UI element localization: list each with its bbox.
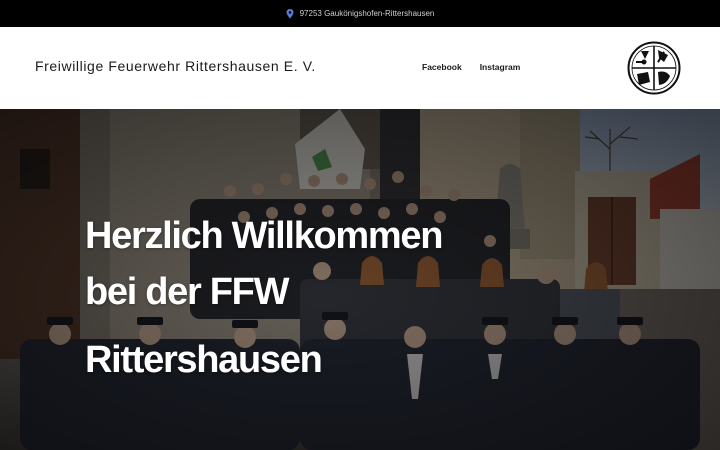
- nav-link-facebook[interactable]: Facebook: [422, 62, 462, 72]
- hero-heading-line3: Rittershausen: [85, 339, 323, 381]
- site-header: Freiwillige Feuerwehr Rittershausen E. V…: [0, 27, 720, 109]
- nav-link-instagram[interactable]: Instagram: [480, 62, 521, 72]
- site-title[interactable]: Freiwillige Feuerwehr Rittershausen E. V…: [35, 58, 316, 74]
- top-info-bar: 97253 Gaukönigshofen-Rittershausen: [0, 0, 720, 27]
- hero-section: Herzlich Willkommen bei der FFW Rittersh…: [0, 109, 720, 450]
- main-navigation: Facebook Instagram: [422, 62, 520, 72]
- fire-brigade-emblem-icon[interactable]: [627, 41, 681, 95]
- location-pin-icon: [286, 8, 294, 19]
- hero-heading-line1: Herzlich Willkommen: [85, 215, 443, 257]
- hero-heading-line2: bei der FFW: [85, 271, 289, 313]
- address-text: 97253 Gaukönigshofen-Rittershausen: [299, 9, 435, 18]
